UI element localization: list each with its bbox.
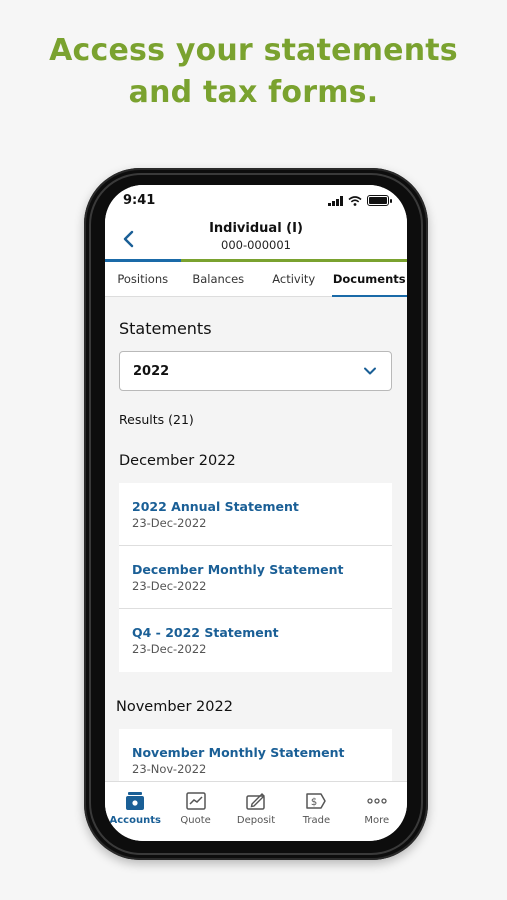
headline-line-2: and tax forms. (128, 75, 379, 110)
statement-date: 23-Dec-2022 (132, 579, 207, 593)
statement-date: 23-Dec-2022 (132, 516, 207, 530)
account-title: Individual (I) (209, 221, 303, 236)
statement-title[interactable]: 2022 Annual Statement (132, 499, 379, 514)
statement-list-card: November Monthly Statement 23-Nov-2022 (119, 729, 392, 781)
nav-accounts[interactable]: Accounts (105, 782, 165, 841)
year-select[interactable]: 2022 (119, 351, 392, 391)
account-tabs: Positions Balances Activity Documents (105, 262, 407, 297)
status-icons (328, 195, 392, 206)
nav-label: More (364, 815, 390, 826)
documents-content[interactable]: Statements 2022 Results (21) December 20… (105, 297, 407, 781)
statement-date: 23-Nov-2022 (132, 762, 207, 776)
dollar-tag-icon: $ (306, 793, 327, 809)
nav-deposit[interactable]: Deposit (226, 782, 286, 841)
wifi-icon (348, 195, 362, 206)
results-count: Results (21) (119, 412, 194, 427)
nav-label: Quote (180, 815, 211, 826)
headline-line-1: Access your statements (49, 33, 458, 68)
account-header: Individual (I) 000-000001 (105, 217, 407, 262)
headline: Access your statements and tax forms. (0, 30, 507, 114)
tab-balances[interactable]: Balances (181, 262, 257, 296)
statement-title[interactable]: November Monthly Statement (132, 745, 379, 760)
check-deposit-icon (246, 793, 266, 810)
status-time: 9:41 (123, 193, 156, 208)
statement-row[interactable]: Q4 - 2022 Statement 23-Dec-2022 (119, 609, 392, 672)
nav-trade[interactable]: $ Trade (286, 782, 346, 841)
battery-icon (367, 195, 392, 206)
nav-quote[interactable]: Quote (165, 782, 225, 841)
phone-screen: 9:41 Individual (I) 000-000001 Positions… (105, 185, 407, 841)
month-heading: December 2022 (119, 453, 236, 469)
month-heading: November 2022 (116, 699, 233, 715)
nav-label: Trade (302, 815, 331, 826)
statement-date: 23-Dec-2022 (132, 642, 207, 656)
year-select-value: 2022 (133, 364, 170, 379)
chevron-down-icon (364, 367, 376, 375)
tab-documents[interactable]: Documents (331, 262, 408, 297)
statement-row[interactable]: December Monthly Statement 23-Dec-2022 (119, 546, 392, 609)
statement-row[interactable]: November Monthly Statement 23-Nov-2022 (119, 729, 392, 781)
tab-activity[interactable]: Activity (256, 262, 332, 296)
nav-label: Deposit (236, 815, 276, 826)
accounts-icon (126, 792, 145, 810)
nav-more[interactable]: More (347, 782, 407, 841)
bottom-nav: Accounts Quote Deposit $ Trade More (105, 781, 407, 841)
tab-positions[interactable]: Positions (105, 262, 181, 296)
status-bar: 9:41 (105, 185, 407, 217)
nav-label: Accounts (109, 815, 161, 826)
more-dots-icon (367, 798, 387, 804)
statement-title[interactable]: December Monthly Statement (132, 562, 379, 577)
statement-row[interactable]: 2022 Annual Statement 23-Dec-2022 (119, 483, 392, 546)
svg-text:$: $ (311, 797, 317, 808)
statement-list-card: 2022 Annual Statement 23-Dec-2022 Decemb… (119, 483, 392, 672)
account-number: 000-000001 (221, 238, 291, 252)
statement-title[interactable]: Q4 - 2022 Statement (132, 625, 379, 640)
chart-icon (185, 792, 206, 810)
signal-icon (328, 195, 343, 206)
statements-heading: Statements (119, 319, 212, 338)
